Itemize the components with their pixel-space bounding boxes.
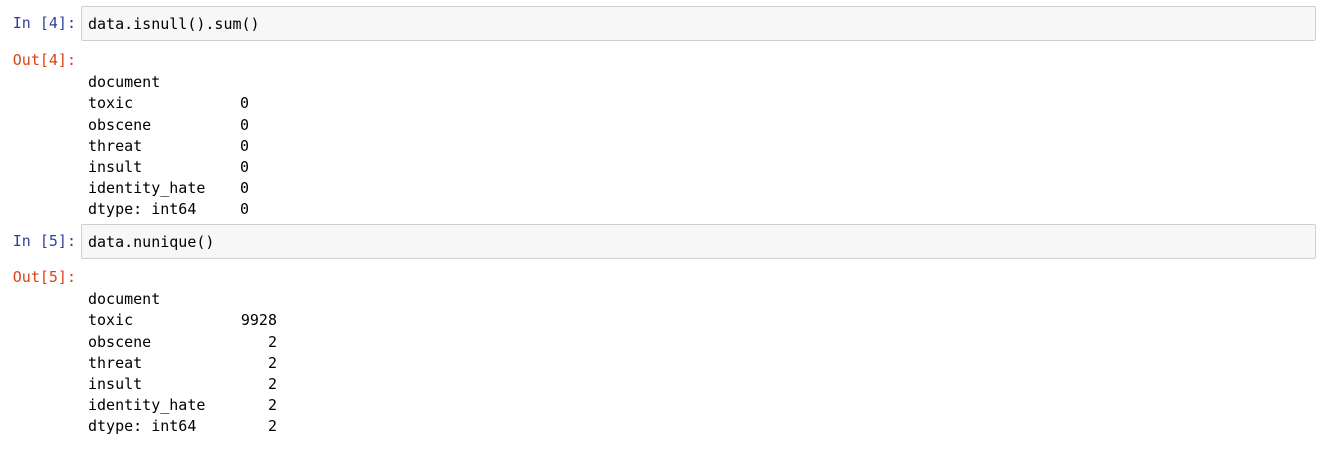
output-area: document 9928 toxic 2 obscene 2 threat 2… xyxy=(88,268,288,435)
output-row: threat 2 xyxy=(88,332,288,393)
output-row: obscene 2 xyxy=(88,310,288,372)
code-text[interactable]: data.isnull().sum() xyxy=(88,14,260,34)
output-prompt: Out[4]: xyxy=(12,51,76,69)
code-text[interactable]: data.nunique() xyxy=(88,232,214,252)
output-row: dtype: int64 xyxy=(88,178,288,218)
output-row: identity_hate 0 xyxy=(88,157,288,218)
output-row: insult 2 xyxy=(88,353,288,414)
output-row: insult 0 xyxy=(88,136,288,197)
input-prompt: In [4]: xyxy=(12,14,76,32)
output-row: dtype: int64 xyxy=(88,395,288,435)
input-prompt: In [5]: xyxy=(12,232,76,250)
output-row: toxic 0 xyxy=(88,72,288,133)
dtype-label: dtype: int64 xyxy=(88,417,197,436)
dtype-label: dtype: int64 xyxy=(88,200,197,219)
output-row: obscene 0 xyxy=(88,93,288,155)
output-row: threat 0 xyxy=(88,115,288,176)
code-input-area[interactable]: data.isnull().sum() xyxy=(81,6,1316,41)
output-row: toxic 2 xyxy=(88,289,288,350)
output-row: document 0 xyxy=(88,51,288,112)
output-prompt: Out[5]: xyxy=(12,268,76,286)
output-row: identity_hate 2 xyxy=(88,374,288,435)
output-area: document 0 toxic 0 obscene 0 threat 0 in… xyxy=(88,51,288,218)
code-input-area[interactable]: data.nunique() xyxy=(81,224,1316,259)
output-row: document 9928 xyxy=(88,268,288,329)
